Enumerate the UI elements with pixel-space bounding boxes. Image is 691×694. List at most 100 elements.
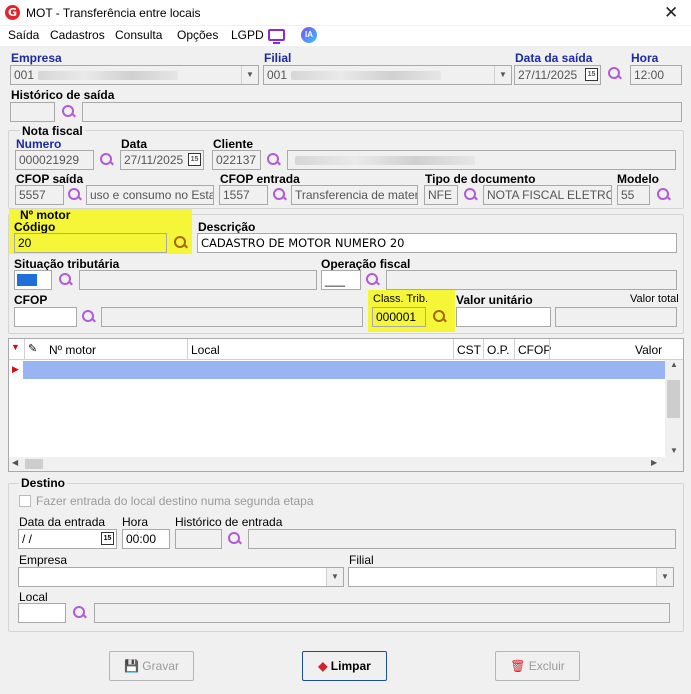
local-label: Local [19, 590, 48, 604]
hora-entrada-field[interactable]: 00:00 [122, 529, 170, 549]
search-icon[interactable] [656, 187, 672, 203]
valor-total-field [555, 307, 677, 327]
historico-entrada-desc [248, 529, 676, 549]
col-cst[interactable]: CST [457, 343, 481, 357]
menu-saida[interactable]: Saída [8, 28, 39, 42]
valor-unitario-label: Valor unitário [456, 293, 533, 307]
data-entrada-label: Data da entrada [19, 515, 106, 529]
empresa-destino-label: Empresa [19, 553, 68, 567]
empresa-combo[interactable]: 001 ▼ [10, 65, 259, 85]
col-valor[interactable]: Valor [635, 343, 662, 357]
local-desc [94, 603, 670, 623]
eraser-icon: ◆ [318, 659, 328, 673]
save-icon: 💾 [124, 659, 139, 673]
tipo-doc-label: Tipo de documento [425, 172, 536, 186]
calendar-icon: 15 [585, 68, 598, 81]
menu-cadastros[interactable]: Cadastros [50, 28, 105, 42]
excluir-button[interactable]: 🗑 Excluir [495, 651, 580, 681]
numero-field[interactable]: 000021929 [15, 150, 94, 170]
limpar-button[interactable]: ◆ Limpar [302, 651, 387, 681]
window-title: MOT - Transferência entre locais [26, 6, 201, 20]
grid-header: ▼ ✎ Nº motor Local CST O.P. CFOP Valor [9, 339, 683, 360]
search-icon[interactable] [607, 66, 623, 82]
vertical-scrollbar[interactable]: ▲ ▼ [665, 360, 683, 457]
row-pointer-icon: ▶ [12, 364, 19, 374]
calendar-icon: 15 [188, 153, 201, 166]
cfop-field[interactable] [14, 307, 77, 327]
gravar-button[interactable]: 💾 Gravar [109, 651, 194, 681]
filial-combo[interactable]: 001 ▼ [263, 65, 512, 85]
search-icon[interactable] [272, 187, 288, 203]
historico-entrada-label: Histórico de entrada [175, 515, 283, 529]
table-row[interactable] [23, 361, 665, 379]
motor-grid[interactable]: ▼ ✎ Nº motor Local CST O.P. CFOP Valor ▶… [8, 338, 684, 472]
hora-field[interactable]: 12:00 [630, 65, 682, 85]
data-saida-label: Data da saída [515, 51, 593, 65]
descricao-field: CADASTRO DE MOTOR NUMERO 20 [197, 233, 677, 253]
search-icon[interactable] [173, 235, 189, 251]
historico-saida-code[interactable] [10, 102, 55, 122]
hora-label: Hora [631, 51, 659, 65]
sort-arrow-icon: ▼ [11, 342, 20, 352]
search-icon[interactable] [365, 272, 381, 288]
empresa-destino-combo[interactable]: ▼ [18, 567, 344, 587]
search-icon[interactable] [463, 187, 479, 203]
search-icon[interactable] [266, 152, 282, 168]
cfop-entrada-desc: Transferencia de material [291, 185, 418, 205]
monitor-icon[interactable] [268, 29, 285, 44]
empresa-label: Empresa [11, 51, 62, 65]
nota-fiscal-title: Nota fiscal [20, 124, 85, 138]
title-bar: G MOT - Transferência entre locais ✕ [0, 0, 691, 26]
cfop-saida-label: CFOP saída [16, 172, 84, 186]
valor-total-label: Valor total [630, 293, 679, 305]
tipo-doc-desc: NOTA FISCAL ELETRON [483, 185, 612, 205]
codigo-label: Código [14, 220, 56, 234]
cfop-saida-desc: uso e consumo no Estado [86, 185, 214, 205]
chevron-down-icon: ▼ [494, 66, 511, 84]
col-op[interactable]: O.P. [487, 343, 509, 357]
modelo-field[interactable]: 55 [617, 185, 650, 205]
col-motor[interactable]: Nº motor [49, 343, 96, 357]
search-icon[interactable] [432, 309, 448, 325]
descricao-label: Descrição [198, 220, 256, 234]
col-local[interactable]: Local [191, 343, 220, 357]
data-entrada-field[interactable]: / /15 [18, 529, 117, 549]
menu-lgpd[interactable]: LGPD [231, 28, 264, 42]
cfop-saida-field[interactable]: 5557 [15, 185, 64, 205]
calendar-icon: 15 [101, 532, 114, 545]
historico-saida-desc [82, 102, 682, 122]
search-icon[interactable] [67, 187, 83, 203]
cfop-entrada-field[interactable]: 1557 [219, 185, 268, 205]
filial-destino-label: Filial [349, 553, 374, 567]
data-nota-field[interactable]: 27/11/2025 15 [120, 150, 204, 170]
valor-unitario-field[interactable] [456, 307, 551, 327]
ia-icon[interactable]: IA [301, 27, 317, 43]
search-icon[interactable] [72, 605, 88, 621]
search-icon[interactable] [81, 309, 97, 325]
menu-opcoes[interactable]: Opções [177, 28, 218, 42]
modelo-label: Modelo [617, 172, 659, 186]
local-field[interactable] [18, 603, 66, 623]
menu-consulta[interactable]: Consulta [115, 28, 162, 42]
op-fiscal-field[interactable]: ___ [321, 270, 361, 290]
close-icon[interactable]: ✕ [664, 3, 678, 23]
cliente-field[interactable]: 022137 [212, 150, 261, 170]
cliente-desc [287, 150, 676, 170]
numero-label: Numero [16, 137, 62, 151]
class-trib-field[interactable]: 000001 [372, 307, 426, 327]
col-cfop[interactable]: CFOP [518, 343, 551, 357]
sit-trib-field[interactable] [14, 270, 52, 290]
search-icon[interactable] [227, 531, 243, 547]
data-saida-field[interactable]: 27/11/2025 15 [514, 65, 601, 85]
tipo-doc-field[interactable]: NFE [424, 185, 458, 205]
filial-destino-combo[interactable]: ▼ [348, 567, 674, 587]
historico-entrada-code[interactable] [175, 529, 222, 549]
horizontal-scrollbar[interactable]: ◀ ▶ [9, 457, 683, 471]
cfop-label: CFOP [14, 293, 48, 307]
search-icon[interactable] [58, 272, 74, 288]
search-icon[interactable] [99, 152, 115, 168]
segunda-etapa-checkbox[interactable] [19, 495, 31, 507]
search-icon[interactable] [61, 104, 77, 120]
cfop-desc [101, 307, 363, 327]
codigo-field[interactable]: 20 [14, 233, 167, 253]
